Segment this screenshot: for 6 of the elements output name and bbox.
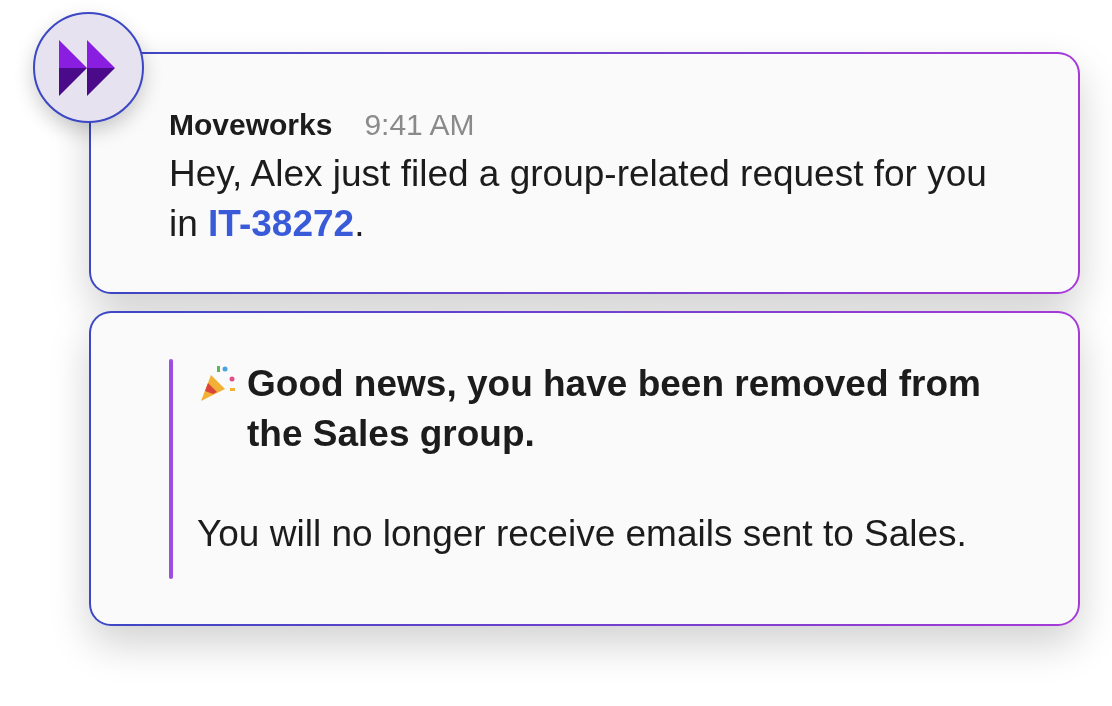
body-text: You will no longer receive emails sent to Sales. [197, 512, 968, 556]
sender-name: Moveworks [169, 107, 333, 143]
message-text: Hey, Alex just filed a group-related request for you in IT-38272. [169, 152, 988, 246]
timestamp: 9:41 AM [364, 107, 475, 143]
ticket-link[interactable]: IT-38272 [208, 203, 355, 244]
headline-text: Good news, you have been removed from the Sales group. [247, 362, 982, 456]
